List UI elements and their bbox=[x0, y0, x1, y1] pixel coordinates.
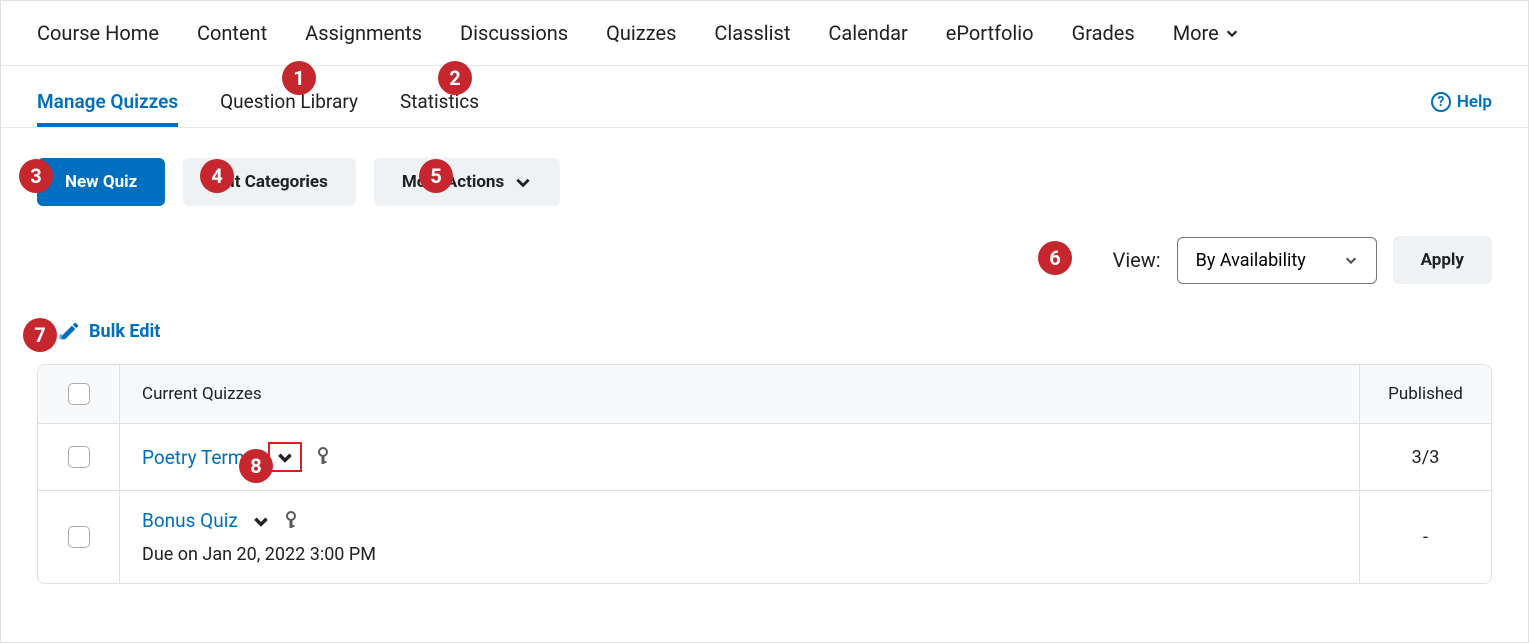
row-actions-chevron-icon[interactable] bbox=[252, 512, 270, 530]
help-icon: ? bbox=[1431, 92, 1451, 112]
special-access-icon bbox=[316, 447, 330, 467]
row-checkbox-cell bbox=[38, 424, 120, 490]
new-quiz-button[interactable]: New Quiz bbox=[37, 158, 165, 206]
help-link[interactable]: ? Help bbox=[1431, 92, 1492, 112]
header-published-label: Published bbox=[1388, 384, 1463, 404]
nav-classlist[interactable]: Classlist bbox=[714, 21, 790, 45]
nav-more[interactable]: More bbox=[1173, 21, 1239, 45]
nav-assignments[interactable]: Assignments bbox=[305, 21, 422, 45]
annotation-badge-3: 3 bbox=[19, 159, 53, 193]
published-value: - bbox=[1423, 527, 1428, 548]
bulk-edit-label: Bulk Edit bbox=[89, 321, 160, 342]
nav-calendar[interactable]: Calendar bbox=[828, 21, 907, 45]
nav-discussions[interactable]: Discussions bbox=[460, 21, 568, 45]
row-published-cell: 3/3 bbox=[1359, 424, 1491, 490]
nav-more-label: More bbox=[1173, 21, 1219, 45]
row-actions-highlight bbox=[268, 442, 302, 472]
nav-course-home[interactable]: Course Home bbox=[37, 21, 159, 45]
more-actions-label: More Actions bbox=[402, 172, 504, 192]
header-checkbox-cell bbox=[38, 365, 120, 423]
bulk-edit-link[interactable]: Bulk Edit bbox=[1, 284, 1528, 356]
row-content: Bonus Quiz bbox=[142, 509, 1337, 532]
row-checkbox[interactable] bbox=[68, 446, 90, 468]
view-select-value: By Availability bbox=[1196, 250, 1306, 271]
row-actions-chevron-icon[interactable] bbox=[276, 448, 294, 466]
chevron-down-icon bbox=[1225, 26, 1239, 40]
annotation-badge-1: 1 bbox=[282, 61, 316, 95]
row-main-cell: Poetry Terms bbox=[120, 424, 1359, 490]
more-actions-button[interactable]: More Actions bbox=[374, 158, 560, 206]
pencil-icon bbox=[59, 320, 81, 342]
nav-eportfolio[interactable]: ePortfolio bbox=[946, 21, 1034, 45]
view-label: View: bbox=[1113, 248, 1161, 272]
quiz-title-link[interactable]: Bonus Quiz bbox=[142, 509, 238, 532]
annotation-badge-8: 8 bbox=[239, 449, 273, 483]
special-access-icon bbox=[284, 511, 298, 531]
apply-button[interactable]: Apply bbox=[1393, 236, 1492, 284]
annotation-badge-2: 2 bbox=[438, 61, 472, 95]
table-header-row: Current Quizzes Published bbox=[38, 365, 1491, 424]
header-main-label: Current Quizzes bbox=[142, 384, 262, 404]
nav-grades[interactable]: Grades bbox=[1072, 21, 1135, 45]
header-published-cell: Published bbox=[1359, 365, 1491, 423]
nav-content[interactable]: Content bbox=[197, 21, 267, 45]
view-select[interactable]: By Availability bbox=[1177, 237, 1377, 284]
select-all-checkbox[interactable] bbox=[68, 383, 90, 405]
row-published-cell: - bbox=[1359, 491, 1491, 583]
row-checkbox-cell bbox=[38, 491, 120, 583]
row-checkbox[interactable] bbox=[68, 526, 90, 548]
annotation-badge-4: 4 bbox=[200, 159, 234, 193]
header-main-cell: Current Quizzes bbox=[120, 366, 1359, 422]
help-label: Help bbox=[1457, 92, 1492, 112]
annotation-badge-7: 7 bbox=[23, 318, 57, 352]
top-nav: Course Home Content Assignments Discussi… bbox=[1, 1, 1528, 66]
quiz-title-link[interactable]: Poetry Terms bbox=[142, 446, 254, 469]
row-content: Poetry Terms bbox=[142, 442, 1337, 472]
annotation-badge-5: 5 bbox=[419, 159, 453, 193]
sub-nav: Manage Quizzes Question Library Statisti… bbox=[1, 76, 1528, 128]
view-filter-row: View: By Availability Apply bbox=[1, 206, 1528, 284]
due-label: Due on Jan 20, 2022 3:00 PM bbox=[142, 544, 1337, 565]
row-main-cell: Bonus Quiz Due on Jan 20, 2022 3:00 PM bbox=[120, 491, 1359, 583]
chevron-down-icon bbox=[1344, 253, 1358, 267]
nav-quizzes[interactable]: Quizzes bbox=[606, 21, 676, 45]
table-row: Bonus Quiz Due on Jan 20, 2022 3:00 PM - bbox=[38, 491, 1491, 583]
annotation-badge-6: 6 bbox=[1038, 241, 1072, 275]
published-value: 3/3 bbox=[1412, 447, 1440, 468]
tab-manage-quizzes[interactable]: Manage Quizzes bbox=[37, 76, 178, 127]
chevron-down-icon bbox=[514, 173, 532, 191]
